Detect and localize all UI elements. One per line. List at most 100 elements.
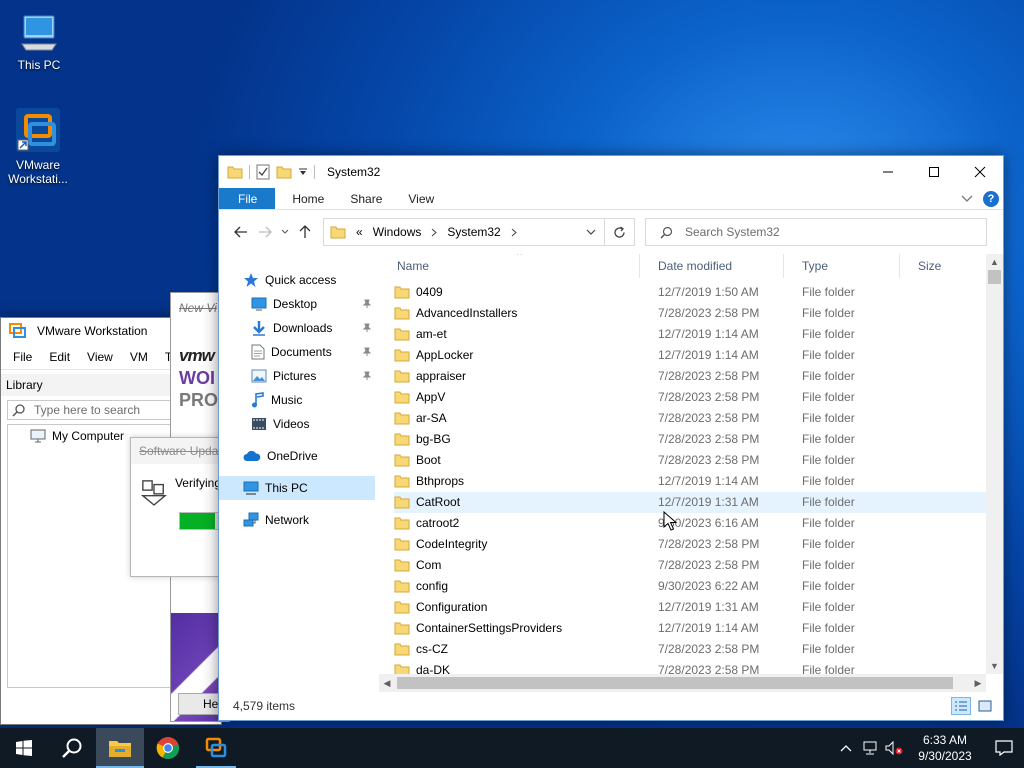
file-row[interactable]: Configuration 12/7/2019 1:31 AM File folde…	[394, 597, 986, 618]
scroll-right-icon[interactable]: ▶	[970, 674, 986, 692]
close-button[interactable]	[957, 156, 1003, 188]
nav-label: Pictures	[273, 369, 317, 383]
taskbar-vmware[interactable]	[192, 728, 240, 768]
star-icon	[244, 273, 258, 287]
expand-ribbon-icon[interactable]	[961, 195, 973, 203]
volume-button[interactable]	[882, 741, 906, 755]
customize-toolbar-icon[interactable]	[298, 167, 308, 177]
tab-home[interactable]: Home	[279, 188, 337, 209]
breadcrumb-windows[interactable]: Windows	[373, 225, 422, 239]
breadcrumb-system32[interactable]: System32	[447, 225, 500, 239]
file-row[interactable]: config 9/30/2023 6:22 AM File folder	[394, 576, 986, 597]
taskbar-file-explorer[interactable]	[96, 728, 144, 768]
nav-item-desktop[interactable]: Desktop	[219, 292, 375, 316]
file-row[interactable]: Bthprops 12/7/2019 1:14 AM File folder	[394, 471, 986, 492]
breadcrumb-overflow[interactable]: «	[356, 225, 363, 239]
refresh-button[interactable]	[605, 218, 635, 246]
file-type: File folder	[802, 600, 855, 614]
file-row[interactable]: ContainerSettingsProviders 12/7/2019 1:14…	[394, 618, 986, 639]
file-row[interactable]: CatRoot 12/7/2019 1:31 AM File folder	[394, 492, 986, 513]
file-row[interactable]: am-et 12/7/2019 1:14 AM File folder	[394, 324, 986, 345]
large-icons-view-button[interactable]	[975, 697, 995, 715]
folder-icon	[394, 433, 410, 446]
horizontal-scrollbar[interactable]: ◀ ▶	[379, 674, 986, 692]
new-folder-icon[interactable]	[276, 165, 292, 179]
explorer-titlebar[interactable]: System32	[219, 156, 1003, 188]
nav-item-onedrive[interactable]: OneDrive	[219, 444, 375, 468]
window-controls	[865, 156, 1003, 188]
properties-icon[interactable]	[256, 164, 270, 180]
taskbar-chrome[interactable]	[144, 728, 192, 768]
file-row[interactable]: AdvancedInstallers 7/28/2023 2:58 PM File …	[394, 303, 986, 324]
details-view-button[interactable]	[951, 697, 971, 715]
nav-item-music[interactable]: Music	[219, 388, 375, 412]
folder-icon	[394, 559, 410, 572]
minimize-icon	[883, 171, 893, 173]
folder-icon	[394, 517, 410, 530]
up-button[interactable]	[293, 225, 317, 239]
column-header-type[interactable]: Type	[783, 254, 899, 278]
menu-edit[interactable]: Edit	[49, 350, 70, 364]
file-row[interactable]: catroot2 9/30/2023 6:16 AM File folder	[394, 513, 986, 534]
documents-icon	[251, 344, 265, 360]
taskbar-search-button[interactable]	[48, 728, 96, 768]
nav-item-this-pc[interactable]: This PC	[219, 476, 375, 500]
nav-item-quick-access[interactable]: Quick access	[219, 268, 375, 292]
file-row[interactable]: cs-CZ 7/28/2023 2:58 PM File folder	[394, 639, 986, 660]
nav-item-documents[interactable]: Documents	[219, 340, 375, 364]
scroll-thumb[interactable]	[988, 270, 1001, 284]
nav-item-downloads[interactable]: Downloads	[219, 316, 375, 340]
file-row[interactable]: CodeIntegrity 7/28/2023 2:58 PM File folde…	[394, 534, 986, 555]
start-button[interactable]	[0, 728, 48, 768]
search-input[interactable]: Search System32	[645, 218, 987, 246]
action-center-button[interactable]	[984, 728, 1024, 768]
column-header-date-modified[interactable]: Date modified	[639, 254, 783, 278]
file-row[interactable]: ar-SA 7/28/2023 2:58 PM File folder	[394, 408, 986, 429]
nav-item-network[interactable]: Network	[219, 508, 375, 532]
scroll-down-icon[interactable]: ▼	[986, 658, 1003, 674]
vertical-scrollbar[interactable]: ▲ ▼	[986, 254, 1003, 674]
status-bar: 4,579 items	[219, 692, 1003, 720]
menu-view[interactable]: View	[87, 350, 113, 364]
help-icon[interactable]: ?	[983, 190, 999, 207]
tab-file[interactable]: File	[219, 188, 276, 209]
file-row[interactable]: 0409 12/7/2019 1:50 AM File folder	[394, 282, 986, 303]
file-date-modified: 12/7/2019 1:31 AM	[658, 600, 759, 614]
scroll-left-icon[interactable]: ◀	[379, 674, 395, 692]
nav-item-videos[interactable]: Videos	[219, 412, 375, 436]
file-row[interactable]: Boot 7/28/2023 2:58 PM File folder	[394, 450, 986, 471]
file-row[interactable]: AppV 7/28/2023 2:58 PM File folder	[394, 387, 986, 408]
nav-item-pictures[interactable]: Pictures	[219, 364, 375, 388]
tab-share[interactable]: Share	[337, 188, 395, 209]
show-hidden-icons-button[interactable]	[834, 744, 858, 752]
file-row[interactable]: da-DK 7/28/2023 2:58 PM File folder	[394, 660, 986, 674]
scroll-up-icon[interactable]: ▲	[986, 254, 1003, 270]
file-row[interactable]: Com 7/28/2023 2:58 PM File folder	[394, 555, 986, 576]
vmware-workstation-icon	[16, 108, 60, 152]
forward-button[interactable]	[253, 226, 277, 238]
chevron-right-icon[interactable]	[431, 228, 438, 237]
address-dropdown-button[interactable]	[578, 219, 604, 245]
maximize-button[interactable]	[911, 156, 957, 188]
column-header-name[interactable]: Name	[379, 254, 639, 278]
file-explorer-window[interactable]: System32 File Home Share View ? « Window…	[218, 155, 1004, 721]
network-status-button[interactable]	[858, 741, 882, 755]
chevron-right-icon[interactable]	[511, 228, 517, 237]
file-name: catroot2	[416, 516, 460, 530]
file-type: File folder	[802, 411, 855, 425]
scroll-thumb[interactable]	[397, 677, 953, 689]
menu-file[interactable]: File	[13, 350, 32, 364]
clock[interactable]: 6:33 AM 9/30/2023	[906, 732, 984, 764]
tab-view[interactable]: View	[395, 188, 447, 209]
file-row[interactable]: AppLocker 12/7/2019 1:14 AM File folder	[394, 345, 986, 366]
file-row[interactable]: appraiser 7/28/2023 2:58 PM File folder	[394, 366, 986, 387]
desktop-icon-vmware[interactable]: VMware Workstati...	[0, 106, 76, 186]
address-bar[interactable]: « Windows System32	[323, 218, 605, 246]
back-button[interactable]	[229, 226, 253, 238]
recent-locations-button[interactable]	[277, 229, 293, 235]
menu-vm[interactable]: VM	[130, 350, 148, 364]
column-header-size[interactable]: Size	[899, 254, 979, 278]
minimize-button[interactable]	[865, 156, 911, 188]
desktop-icon-this-pc[interactable]: This PC	[1, 10, 77, 72]
file-row[interactable]: bg-BG 7/28/2023 2:58 PM File folder	[394, 429, 986, 450]
